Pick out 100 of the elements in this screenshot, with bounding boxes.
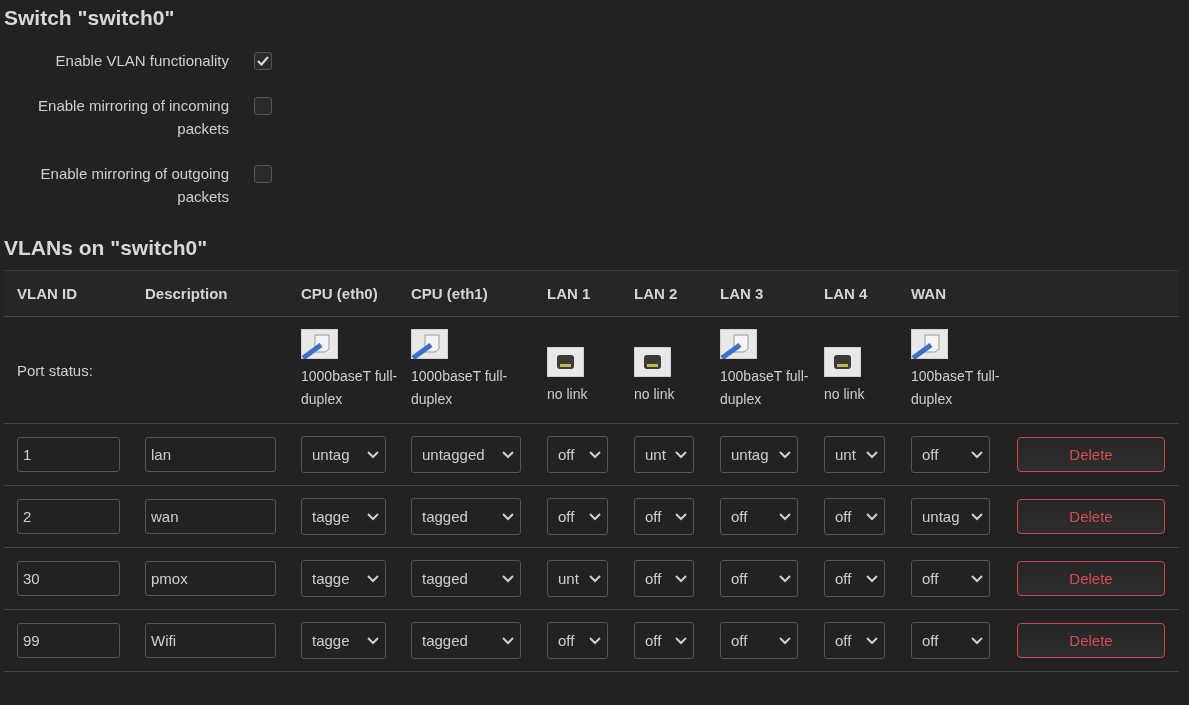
dropdown-select[interactable]: off	[720, 560, 798, 597]
vlan-id-field[interactable]: 30	[17, 561, 120, 596]
dropdown-select[interactable]: tagged	[411, 560, 521, 597]
chevron-down-icon	[502, 574, 514, 583]
dropdown-select[interactable]: off	[824, 560, 885, 597]
dropdown-select[interactable]: untag	[720, 436, 798, 473]
ethernet-port-icon	[547, 346, 584, 377]
delete-button[interactable]: Delete	[1017, 561, 1165, 596]
vlan-id-field[interactable]: 2	[17, 499, 120, 534]
chevron-down-icon	[675, 636, 687, 645]
delete-button[interactable]: Delete	[1017, 437, 1165, 472]
port-status-text: no link	[634, 384, 675, 404]
dropdown-select[interactable]: unt	[547, 560, 608, 597]
port-status-text: 1000baseT full-duplex	[301, 367, 398, 409]
chevron-down-icon	[367, 636, 379, 645]
chevron-down-icon	[971, 636, 983, 645]
chevron-down-icon	[589, 450, 601, 459]
chevron-down-icon	[779, 636, 791, 645]
chevron-down-icon	[866, 450, 878, 459]
chevron-down-icon	[675, 512, 687, 521]
ethernet-port-icon	[634, 346, 671, 377]
chevron-down-icon	[675, 574, 687, 583]
dropdown-select[interactable]: off	[824, 622, 885, 659]
chevron-down-icon	[971, 512, 983, 521]
chevron-down-icon	[589, 512, 601, 521]
dropdown-select[interactable]: off	[634, 498, 694, 535]
dropdown-select[interactable]: unt	[634, 436, 694, 473]
port-status-text: 100baseT full-duplex	[911, 367, 1001, 409]
chevron-down-icon	[367, 512, 379, 521]
column-header: LAN 2	[634, 285, 678, 302]
ethernet-cable-icon	[720, 329, 757, 359]
option-label: Enable mirroring of incoming packets	[37, 96, 229, 139]
dropdown-select[interactable]: tagged	[411, 498, 521, 535]
checkbox[interactable]	[254, 52, 272, 70]
row-label: Port status:	[17, 361, 93, 379]
dropdown-select[interactable]: off	[634, 622, 694, 659]
column-header: WAN	[911, 285, 946, 302]
section-title: Switch "switch0"	[4, 5, 176, 31]
port-status-text: 100baseT full-duplex	[720, 367, 810, 409]
dropdown-select[interactable]: off	[720, 498, 798, 535]
port-status-text: no link	[547, 384, 588, 404]
chevron-down-icon	[971, 450, 983, 459]
dropdown-select[interactable]: off	[911, 622, 990, 659]
ethernet-port-icon	[824, 346, 861, 377]
dropdown-select[interactable]: untag	[301, 436, 386, 473]
chevron-down-icon	[779, 574, 791, 583]
description-field[interactable]: wan	[145, 499, 276, 534]
chevron-down-icon	[866, 512, 878, 521]
chevron-down-icon	[971, 574, 983, 583]
dropdown-select[interactable]: untagged	[411, 436, 521, 473]
option-label: Enable mirroring of outgoing packets	[39, 164, 229, 207]
dropdown-select[interactable]: tagge	[301, 498, 386, 535]
chevron-down-icon	[589, 636, 601, 645]
dropdown-select[interactable]: tagge	[301, 622, 386, 659]
column-header: VLAN ID	[17, 285, 77, 302]
description-field[interactable]: pmox	[145, 561, 276, 596]
dropdown-select[interactable]: untag	[911, 498, 990, 535]
ethernet-cable-icon	[911, 329, 948, 359]
description-field[interactable]: Wifi	[145, 623, 276, 658]
description-field[interactable]: lan	[145, 437, 276, 472]
port-status-text: no link	[824, 384, 865, 404]
dropdown-select[interactable]: off	[547, 436, 608, 473]
dropdown-select[interactable]: unt	[824, 436, 885, 473]
column-header: CPU (eth0)	[301, 285, 378, 302]
chevron-down-icon	[367, 574, 379, 583]
chevron-down-icon	[502, 636, 514, 645]
port-status-text: 1000baseT full-duplex	[411, 367, 509, 409]
section-title: VLANs on "switch0"	[4, 235, 209, 261]
option-label: Enable VLAN functionality	[54, 51, 229, 71]
delete-button[interactable]: Delete	[1017, 499, 1165, 534]
chevron-down-icon	[589, 574, 601, 583]
column-header: Description	[145, 285, 228, 302]
checkbox[interactable]	[254, 165, 272, 183]
ethernet-cable-icon	[411, 329, 448, 359]
vlan-id-field[interactable]: 1	[17, 437, 120, 472]
dropdown-select[interactable]: off	[547, 622, 608, 659]
column-header: LAN 1	[547, 285, 591, 302]
dropdown-select[interactable]: tagge	[301, 560, 386, 597]
chevron-down-icon	[866, 574, 878, 583]
dropdown-select[interactable]: off	[720, 622, 798, 659]
delete-button[interactable]: Delete	[1017, 623, 1165, 658]
checkbox[interactable]	[254, 97, 272, 115]
dropdown-select[interactable]: off	[547, 498, 608, 535]
column-header: LAN 4	[824, 285, 868, 302]
chevron-down-icon	[367, 450, 379, 459]
dropdown-select[interactable]: off	[824, 498, 885, 535]
chevron-down-icon	[502, 512, 514, 521]
dropdown-select[interactable]: tagged	[411, 622, 521, 659]
chevron-down-icon	[502, 450, 514, 459]
column-header: LAN 3	[720, 285, 764, 302]
ethernet-cable-icon	[301, 329, 338, 359]
chevron-down-icon	[779, 450, 791, 459]
chevron-down-icon	[866, 636, 878, 645]
vlan-id-field[interactable]: 99	[17, 623, 120, 658]
column-header: CPU (eth1)	[411, 285, 488, 302]
chevron-down-icon	[675, 450, 687, 459]
dropdown-select[interactable]: off	[634, 560, 694, 597]
dropdown-select[interactable]: off	[911, 436, 990, 473]
chevron-down-icon	[779, 512, 791, 521]
dropdown-select[interactable]: off	[911, 560, 990, 597]
